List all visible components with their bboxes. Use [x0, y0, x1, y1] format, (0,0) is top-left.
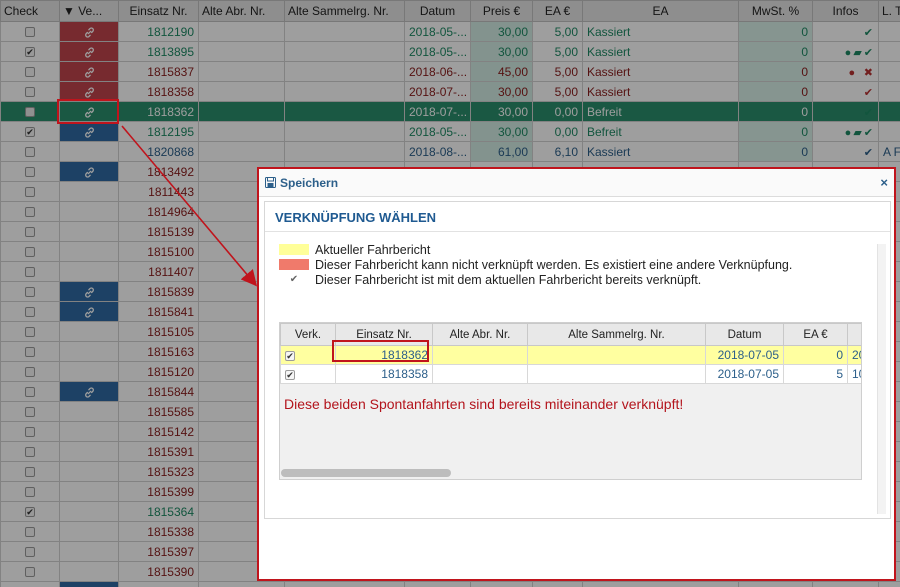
sub-col-alte-abr-nr[interactable]: Alte Abr. Nr. — [432, 323, 528, 346]
floppy-disk-icon — [265, 177, 276, 188]
checkbox[interactable]: ✔ — [285, 350, 295, 361]
legend-item-current: Aktueller Fahrbericht — [279, 242, 792, 257]
dialog-toolbar: Speichern × — [259, 169, 894, 197]
ea-euro-cell: 5 — [783, 364, 848, 384]
alte-sammelrg-cell — [527, 345, 706, 365]
sub-col-ea-euro[interactable]: EA € — [783, 323, 848, 346]
highlight-link-cell — [57, 99, 119, 124]
datum-cell: 2018-07-05 — [705, 345, 784, 365]
close-icon[interactable]: × — [880, 175, 888, 190]
sub-col-verk[interactable]: Verk. — [280, 323, 336, 346]
legend-text: Dieser Fahrbericht ist mit dem aktuellen… — [315, 272, 702, 287]
sub-col-alte-sammelrg-nr[interactable]: Alte Sammelrg. Nr. — [527, 323, 706, 346]
horizontal-scrollbar[interactable] — [281, 469, 860, 477]
legend-text: Aktueller Fahrbericht — [315, 242, 431, 257]
sub-table-row[interactable]: ✔ 1818358 2018-07-05510 — [280, 364, 861, 384]
ea-euro-cell: 0 — [783, 345, 848, 365]
einsatz-nr-cell: 1818358 — [335, 364, 433, 384]
save-label: Speichern — [280, 175, 339, 190]
legend-item-blocked: Dieser Fahrbericht kann nicht verknüpft … — [279, 257, 792, 272]
legend-text: Dieser Fahrbericht kann nicht verknüpft … — [315, 257, 793, 272]
vertical-scrollbar[interactable] — [877, 244, 886, 514]
verk-cell[interactable]: ✔ — [280, 364, 336, 384]
dialog-heading: VERKNÜPFUNG WÄHLEN — [265, 202, 890, 232]
legend-item-linked: ✔ Dieser Fahrbericht ist mit dem aktuell… — [279, 272, 792, 287]
alte-sammelrg-cell — [527, 364, 706, 384]
verk-cell[interactable]: ✔ — [280, 345, 336, 365]
alte-abr-cell — [432, 364, 528, 384]
red-swatch — [279, 259, 309, 270]
sub-col-extra[interactable] — [847, 323, 861, 346]
save-button[interactable]: Speichern — [265, 176, 338, 190]
legend: Aktueller Fahrbericht Dieser Fahrbericht… — [279, 242, 792, 287]
datum-cell: 2018-07-05 — [705, 364, 784, 384]
checkbox[interactable]: ✔ — [285, 369, 295, 380]
highlight-einsatz-nr — [332, 340, 429, 362]
scrollbar-thumb[interactable] — [281, 469, 451, 477]
linked-message: Diese beiden Spontanfahrten sind bereits… — [284, 396, 684, 412]
yellow-swatch — [279, 244, 309, 255]
sub-col-datum[interactable]: Datum — [705, 323, 784, 346]
checkmark-icon: ✔ — [289, 274, 299, 285]
alte-abr-cell — [432, 345, 528, 365]
extra-cell: 20 — [847, 345, 861, 365]
extra-cell: 10 — [847, 364, 861, 384]
link-dialog: Speichern × VERKNÜPFUNG WÄHLEN Aktueller… — [257, 167, 896, 581]
